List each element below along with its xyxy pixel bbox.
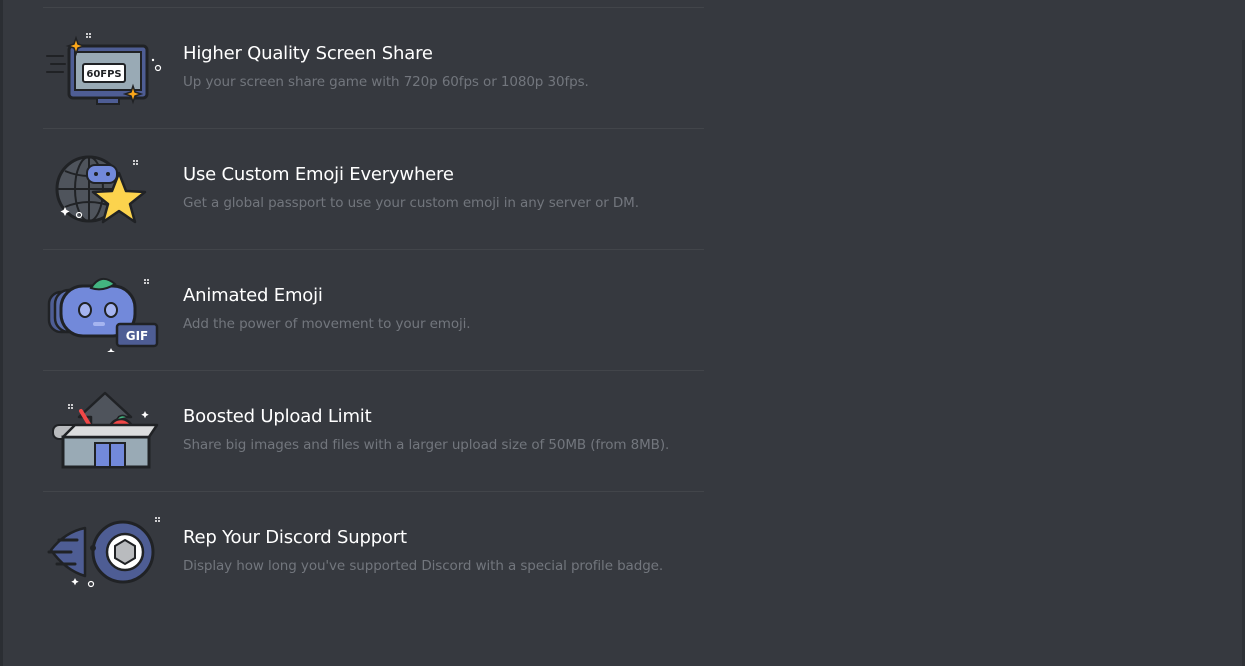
upload-box-icon [45,389,163,473]
icon-60fps-label: 60FPS [86,69,121,80]
perk-title: Animated Emoji [183,285,323,306]
perk-item-upload-limit: Boosted Upload Limit Share big images an… [43,371,704,492]
perk-description: Share big images and files with a larger… [183,437,670,453]
perk-title: Use Custom Emoji Everywhere [183,164,454,185]
perk-item-screen-share: 60FPS Higher Quality Screen Share Up you… [43,8,704,129]
perk-description: Add the power of movement to your emoji. [183,316,471,332]
profile-badge-icon [45,510,163,594]
animated-gif-emoji-icon: GIF [45,268,163,352]
perk-title: Higher Quality Screen Share [183,43,433,64]
nitro-perks-page: 60FPS Higher Quality Screen Share Up you… [0,0,1245,666]
perk-item-custom-emoji: Use Custom Emoji Everywhere Get a global… [43,129,704,250]
icon-gif-label: GIF [126,329,149,343]
perk-title: Boosted Upload Limit [183,406,372,427]
perk-item-animated-emoji: GIF Animated Emoji Add the power of move… [43,250,704,371]
perk-description: Up your screen share game with 720p 60fp… [183,74,589,90]
perk-description: Display how long you've supported Discor… [183,558,664,574]
perk-list: 60FPS Higher Quality Screen Share Up you… [43,7,704,612]
left-panel-edge [0,0,3,666]
perk-item-profile-badge: Rep Your Discord Support Display how lon… [43,492,704,612]
perk-description: Get a global passport to use your custom… [183,195,639,211]
perk-title: Rep Your Discord Support [183,527,407,548]
globe-star-emoji-icon [45,147,163,231]
screen-share-60fps-icon: 60FPS [45,26,163,110]
